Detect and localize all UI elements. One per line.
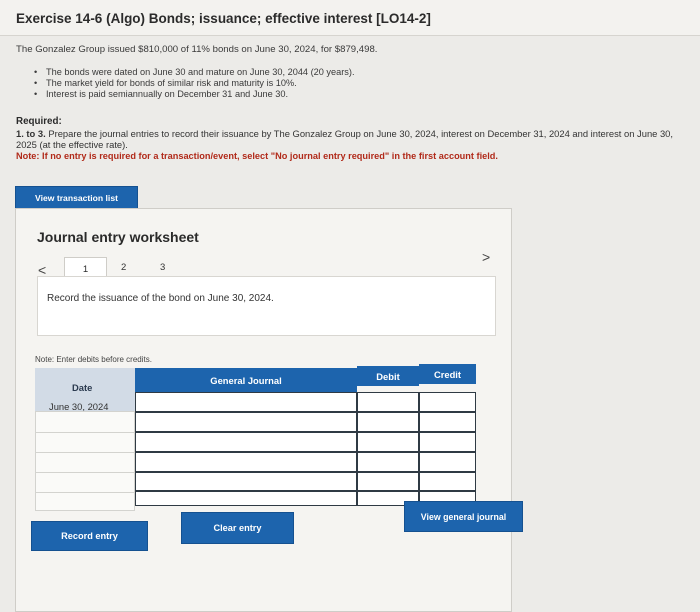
column-divider [356,393,358,505]
page-title: Exercise 14-6 (Algo) Bonds; issuance; ef… [16,11,431,26]
row-divider [136,451,475,453]
debits-credits-note: Note: Enter debits before credits. [35,355,152,364]
column-divider [418,393,420,505]
row-divider [36,452,134,453]
row-divider [136,411,475,413]
row-divider [136,490,475,492]
required-text: 1. to 3. Prepare the journal entries to … [16,128,696,150]
chevron-right-icon[interactable]: > [482,249,490,265]
row-divider [36,472,134,473]
debit-header: Debit [357,366,419,386]
row-divider [36,492,134,493]
problem-bullets: The bonds were dated on June 30 and matu… [34,67,355,100]
view-transaction-list-button[interactable]: View transaction list [15,186,138,210]
required-heading: Required: [16,116,62,127]
tab-2[interactable]: 2 [121,262,126,273]
bullet-item: The bonds were dated on June 30 and matu… [34,67,355,78]
problem-intro: The Gonzalez Group issued $810,000 of 11… [16,44,378,55]
general-journal-header: General Journal [135,368,357,392]
required-note: Note: If no entry is required for a tran… [16,151,498,161]
record-prompt: Record the issuance of the bond on June … [47,293,274,304]
row-divider [136,431,475,433]
tab-3[interactable]: 3 [160,262,165,273]
required-label: 1. to 3. [16,128,46,139]
record-entry-button[interactable]: Record entry [31,521,148,551]
journal-entry-grid[interactable] [135,392,476,506]
record-prompt-box [37,276,496,336]
worksheet-title: Journal entry worksheet [37,229,199,245]
clear-entry-button[interactable]: Clear entry [181,512,294,544]
row-divider [136,471,475,473]
date-column-grid [35,411,135,511]
row-divider [36,432,134,433]
required-body: Prepare the journal entries to record th… [16,128,674,150]
title-bar: Exercise 14-6 (Algo) Bonds; issuance; ef… [0,0,700,36]
bullet-item: Interest is paid semiannually on Decembe… [34,89,355,100]
view-general-journal-button[interactable]: View general journal [404,501,523,532]
date-header-label: Date [72,382,93,393]
bullet-item: The market yield for bonds of similar ri… [34,78,355,89]
credit-header: Credit [419,364,476,384]
